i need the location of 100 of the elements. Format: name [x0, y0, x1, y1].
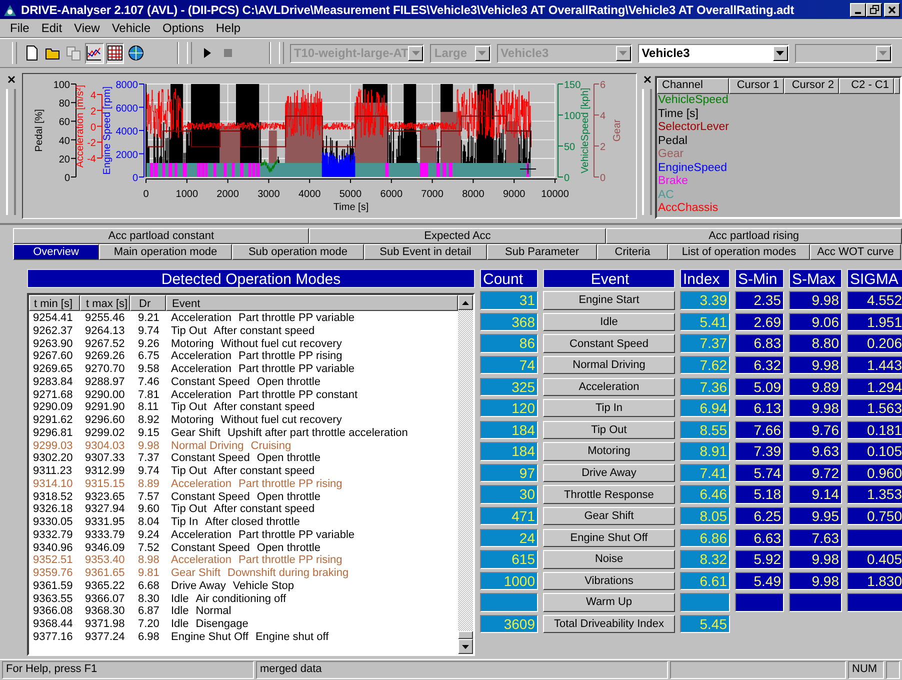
event-button[interactable]: Drive Away: [543, 464, 675, 482]
value-cell: 184: [480, 442, 538, 461]
value-cell: 7.66: [735, 420, 784, 440]
tick-label: 10000: [541, 189, 569, 200]
tick-label: 60: [58, 117, 70, 128]
column-header[interactable]: C2 - C1: [839, 78, 894, 94]
value-cell: 9.89: [789, 378, 842, 396]
table-cell-text: 8.04: [137, 516, 160, 529]
menu-item[interactable]: Vehicle: [106, 21, 157, 35]
close-icon[interactable]: [644, 76, 650, 83]
table-cell-text: 8.98: [137, 554, 160, 567]
event-button[interactable]: Warm Up: [543, 593, 675, 612]
column-header[interactable]: Event: [166, 295, 458, 311]
event-button[interactable]: Motoring: [543, 442, 675, 461]
column-header: SIGMA: [847, 269, 902, 288]
event-name: Acceleration: [171, 388, 232, 402]
tab[interactable]: Overview: [13, 244, 99, 260]
menu-item[interactable]: Help: [210, 21, 247, 35]
event-button[interactable]: Total Driveability Index: [543, 614, 675, 634]
event-button[interactable]: Vibrations: [543, 572, 675, 590]
close-icon[interactable]: [8, 76, 14, 83]
restore-button[interactable]: [866, 2, 882, 16]
value-cell: 7.62: [680, 356, 730, 374]
value-cell: 6.13: [735, 399, 784, 418]
tab[interactable]: Sub operation mode: [232, 244, 364, 260]
tick-label: 5000: [339, 189, 362, 200]
value-cell: 7.36: [680, 378, 730, 396]
close-button[interactable]: [884, 2, 900, 16]
value-cell: 1.294: [847, 378, 902, 396]
value-cell: 6.61: [680, 572, 730, 590]
event-button[interactable]: Acceleration: [543, 378, 675, 396]
event-button[interactable]: Engine Shut Off: [543, 528, 675, 547]
scroll-thumb[interactable]: [458, 631, 473, 639]
tick-label: 4: [600, 111, 606, 122]
event-button[interactable]: Throttle Response: [543, 485, 675, 504]
column-header[interactable]: Dr: [130, 295, 166, 311]
value-cell: 6.25: [735, 506, 784, 526]
table-cell-text: 9.15: [137, 426, 160, 440]
event-button[interactable]: Tip Out: [543, 420, 675, 440]
event-name: Tip In: [171, 516, 198, 529]
grip-bar[interactable]: [642, 89, 652, 215]
value-cell: 6.63: [735, 528, 784, 547]
event-detail: Air conditioning off: [196, 592, 286, 606]
grid-icon[interactable]: [106, 42, 124, 64]
minimize-button[interactable]: [850, 2, 866, 16]
channel-name: EngineSpeed: [657, 162, 728, 175]
event-name: Engine Shut Off: [171, 630, 248, 644]
event-button[interactable]: Idle: [543, 312, 675, 332]
table-cell-text: 9368.44: [32, 618, 74, 631]
tab[interactable]: Acc partload constant: [13, 228, 310, 244]
event-button[interactable]: Gear Shift: [543, 506, 675, 526]
table-cell-text: 9254.41: [32, 312, 74, 325]
event-button[interactable]: Tip In: [543, 399, 675, 418]
tick-label: 50: [564, 142, 576, 153]
value-cell: 7.39: [735, 442, 784, 461]
value-cell: [789, 593, 842, 612]
column-header[interactable]: Channel: [657, 78, 729, 94]
event-button[interactable]: Noise: [543, 550, 675, 569]
tick-label: 0: [132, 173, 138, 184]
menu-item[interactable]: Options: [156, 21, 210, 35]
menu-item[interactable]: Edit: [35, 21, 68, 35]
event-name: Normal Driving: [171, 440, 244, 452]
grip-bar[interactable]: [6, 89, 16, 215]
table-cell-text: 9296.60: [84, 414, 126, 427]
dropdown-arrow-icon: [776, 50, 784, 56]
channel-name: Gear: [657, 148, 685, 162]
value-cell: 5.18: [735, 485, 784, 504]
event-button[interactable]: Engine Start: [543, 291, 675, 310]
table-cell-text: 9312.99: [84, 465, 126, 478]
tab[interactable]: Acc WOT curve: [810, 244, 901, 260]
value-cell: 9.98: [789, 291, 842, 310]
tab[interactable]: Expected Acc: [309, 228, 606, 244]
event-button[interactable]: Normal Driving: [543, 356, 675, 374]
menu-item[interactable]: File: [4, 21, 36, 35]
tab[interactable]: Sub Event in detail: [364, 244, 487, 260]
dropdown-field[interactable]: Vehicle3: [638, 44, 789, 62]
scroll-up-icon[interactable]: [462, 300, 469, 304]
tab[interactable]: List of operation modes: [668, 244, 810, 260]
tab[interactable]: Criteria: [597, 244, 668, 260]
tab[interactable]: Acc partload rising: [606, 228, 902, 244]
event-detail: Vehicle Stop: [232, 580, 294, 592]
column-header: S-Min: [735, 269, 784, 288]
column-header[interactable]: Cursor 2: [784, 78, 839, 94]
tab[interactable]: Sub Parameter: [487, 244, 597, 260]
tick-label: 100: [564, 111, 581, 122]
dropdown-arrow-icon: [412, 50, 420, 56]
line-chart-icon[interactable]: [84, 42, 104, 64]
scroll-down-icon[interactable]: [462, 644, 469, 648]
value-cell: 5.45: [680, 614, 730, 634]
event-button[interactable]: Constant Speed: [543, 334, 675, 353]
table-cell-text: 9332.79: [32, 528, 74, 542]
tab[interactable]: Main operation mode: [99, 244, 232, 260]
channel-name: AC: [657, 188, 675, 202]
column-header[interactable]: t max [s]: [80, 295, 130, 311]
value-cell: [735, 593, 784, 612]
table-cell-text: 9.24: [137, 528, 160, 542]
event-name: Tip Out: [171, 401, 207, 414]
menu-item[interactable]: View: [68, 21, 106, 35]
column-header[interactable]: Cursor 1: [729, 78, 784, 94]
column-header[interactable]: t min [s]: [29, 295, 80, 311]
